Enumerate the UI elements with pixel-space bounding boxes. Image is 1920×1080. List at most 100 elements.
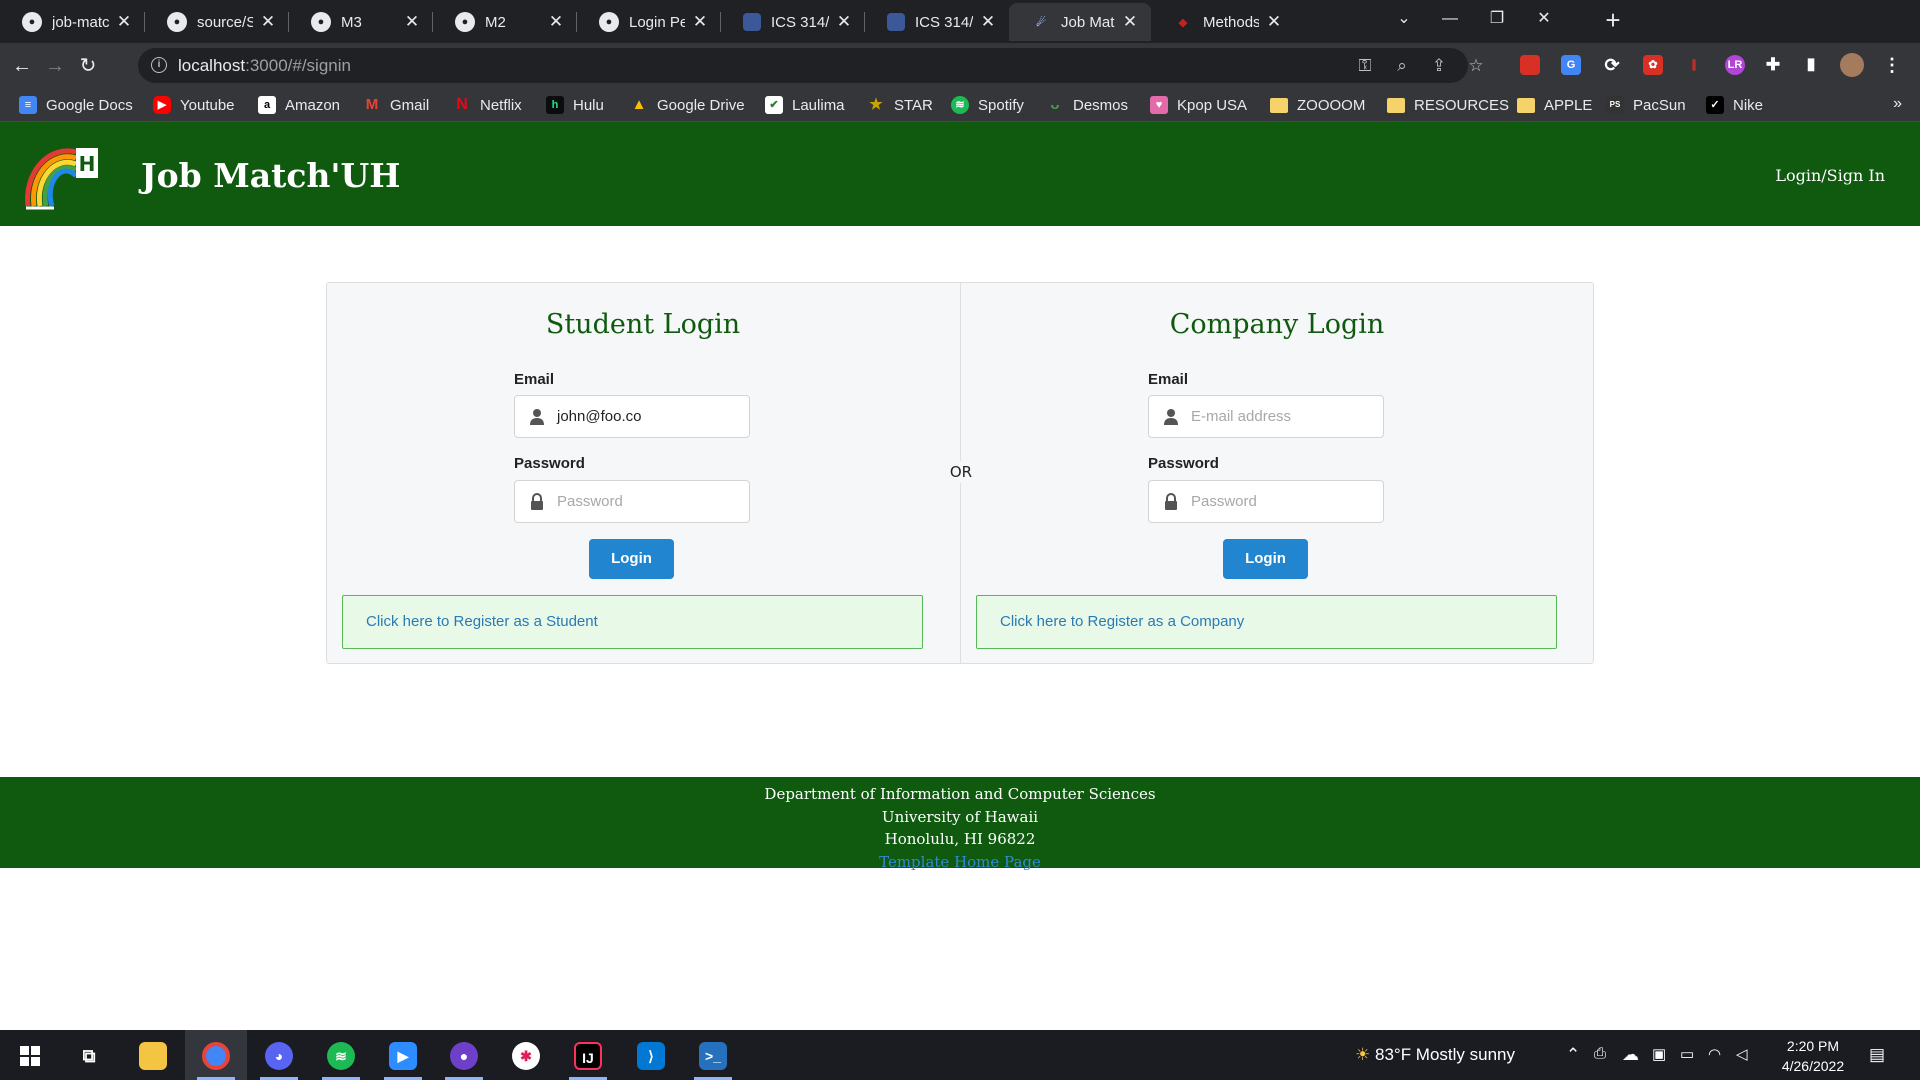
browser-tab[interactable]: ● M2 ✕ (433, 3, 577, 41)
extensions-puzzle-icon[interactable]: ✚ (1763, 55, 1783, 75)
extension-red-icon[interactable] (1520, 55, 1540, 75)
start-button[interactable] (0, 1030, 62, 1080)
discord-icon: ◕ (265, 1042, 293, 1070)
display-icon[interactable]: ▣ (1652, 1045, 1666, 1063)
task-view-button[interactable]: ⧉ (58, 1030, 120, 1080)
site-brand[interactable]: Job Match'UH (141, 156, 401, 195)
new-tab-button[interactable]: + (1598, 6, 1628, 36)
zoom-icon[interactable]: ⌕ (1390, 54, 1414, 78)
extension-purple-icon[interactable]: LR (1725, 55, 1745, 75)
extension-puzzle-red-icon[interactable]: ✿ (1643, 55, 1663, 75)
folder-icon (1270, 97, 1288, 113)
company-email-field[interactable]: E-mail address (1148, 395, 1384, 438)
bookmark-folder-zooom[interactable]: ZOOOOM (1270, 93, 1365, 117)
taskbar-powershell[interactable]: >_ (682, 1030, 744, 1080)
close-tab-icon[interactable]: ✕ (403, 12, 421, 32)
student-register-link[interactable]: Click here to Register as a Student (366, 613, 598, 630)
bookmark-google-docs[interactable]: ≡ Google Docs (19, 93, 133, 117)
bookmark-folder-apple[interactable]: APPLE (1517, 93, 1592, 117)
bookmark-kpop-usa[interactable]: ♥ Kpop USA (1150, 93, 1247, 117)
site-info-icon[interactable]: i (151, 57, 167, 73)
meet-now-icon[interactable]: ⎙ (1594, 1045, 1606, 1062)
browser-tab[interactable]: ◆ Methods | Me ✕ (1151, 3, 1295, 41)
close-tab-icon[interactable]: ✕ (1265, 12, 1283, 32)
browser-tab-active[interactable]: ☄ Job Match'UH ✕ (1009, 3, 1151, 41)
bookmark-folder-resources[interactable]: RESOURCES (1387, 93, 1509, 117)
url-text[interactable]: localhost:3000/#/signin (178, 56, 351, 76)
student-email-label: Email (514, 371, 555, 388)
forward-icon[interactable]: → (39, 50, 71, 82)
sync-icon[interactable]: ⟳ (1602, 55, 1622, 75)
onedrive-icon[interactable]: ☁ (1622, 1045, 1639, 1065)
bookmark-desmos[interactable]: ᴗ Desmos (1046, 93, 1128, 117)
close-tab-icon[interactable]: ✕ (1121, 12, 1139, 32)
taskbar-spotify[interactable]: ≋ (310, 1030, 372, 1080)
minimize-button[interactable]: — (1426, 0, 1474, 40)
taskbar-zoom[interactable]: ▶ (372, 1030, 434, 1080)
bookmark-laulima[interactable]: ✔ Laulima (765, 93, 845, 117)
bookmark-gmail[interactable]: M Gmail (363, 93, 429, 117)
taskbar-vscode[interactable]: ⟩ (620, 1030, 682, 1080)
browser-tab[interactable]: ICS 314/613, S ✕ (865, 3, 1009, 41)
close-tab-icon[interactable]: ✕ (691, 12, 709, 32)
extension-stripes-icon[interactable]: ∥ (1684, 55, 1704, 75)
company-login-button[interactable]: Login (1223, 539, 1308, 579)
taskbar-intellij[interactable]: IJ (557, 1030, 619, 1080)
tray-overflow-icon[interactable]: ⌃ (1566, 1045, 1580, 1065)
bookmark-hulu[interactable]: h Hulu (546, 93, 604, 117)
weather-widget[interactable]: ☀ 83°F Mostly sunny (1355, 1045, 1515, 1065)
back-icon[interactable]: ← (6, 50, 38, 82)
student-password-field[interactable]: Password (514, 480, 750, 523)
close-tab-icon[interactable]: ✕ (115, 12, 133, 32)
more-bookmarks-icon[interactable]: » (1893, 95, 1902, 113)
bookmark-star[interactable]: ★ STAR (867, 93, 933, 117)
wifi-icon[interactable]: ◠ (1708, 1045, 1721, 1063)
close-window-button[interactable]: ✕ (1520, 0, 1568, 40)
bookmark-amazon[interactable]: a Amazon (258, 93, 340, 117)
google-translate-icon[interactable]: G (1561, 55, 1581, 75)
browser-tab[interactable]: ● job-match-uh ✕ (0, 3, 145, 41)
taskbar-chrome[interactable] (185, 1030, 247, 1080)
browser-tab[interactable]: ICS 314/613, S ✕ (721, 3, 865, 41)
browser-tab[interactable]: ● M3 ✕ (289, 3, 433, 41)
notification-center-icon[interactable]: ▤ (1869, 1045, 1885, 1065)
browser-tab[interactable]: ● source/Signin ✕ (145, 3, 289, 41)
uh-rainbow-logo-icon[interactable]: H (24, 144, 100, 210)
browser-tab[interactable]: ● Login Permissi ✕ (577, 3, 721, 41)
close-tab-icon[interactable]: ✕ (259, 12, 277, 32)
taskbar-slack[interactable]: ✱ (495, 1030, 557, 1080)
bookmark-netflix[interactable]: N Netflix (453, 93, 521, 117)
chrome-menu-icon[interactable]: ⋮ (1882, 55, 1902, 75)
taskbar-clock[interactable]: 2:20 PM 4/26/2022 (1772, 1036, 1854, 1076)
site-footer: Department of Information and Computer S… (0, 777, 1920, 871)
profile-avatar[interactable] (1840, 53, 1864, 77)
share-icon[interactable]: ⇪ (1427, 54, 1451, 78)
nav-login-signin-link[interactable]: Login/Sign In (1775, 166, 1885, 185)
bookmark-google-drive[interactable]: ▲ Google Drive (630, 93, 745, 117)
close-tab-icon[interactable]: ✕ (547, 12, 565, 32)
student-login-button[interactable]: Login (589, 539, 674, 579)
taskbar-github-desktop[interactable]: ● (433, 1030, 495, 1080)
reload-icon[interactable]: ↻ (72, 50, 104, 82)
side-panel-icon[interactable]: ▮ (1801, 55, 1821, 75)
github-icon: ● (167, 12, 187, 32)
volume-icon[interactable]: ◁ (1736, 1045, 1748, 1063)
bookmark-star-icon[interactable]: ☆ (1464, 54, 1488, 78)
battery-icon[interactable]: ▭ (1680, 1045, 1694, 1063)
key-icon[interactable]: ⚿ (1353, 54, 1377, 78)
bookmark-youtube[interactable]: ▶ Youtube (153, 93, 235, 117)
company-register-link[interactable]: Click here to Register as a Company (1000, 613, 1244, 630)
close-tab-icon[interactable]: ✕ (835, 12, 853, 32)
tab-search-icon[interactable]: ⌄ (1380, 0, 1428, 40)
address-bar[interactable]: i localhost:3000/#/signin ⚿ ⌕ ⇪ ☆ (138, 48, 1484, 83)
bookmark-pacsun[interactable]: PS PacSun (1606, 93, 1686, 117)
bookmark-nike[interactable]: ✓ Nike (1706, 93, 1763, 117)
close-tab-icon[interactable]: ✕ (979, 12, 997, 32)
taskbar-file-explorer[interactable] (122, 1030, 184, 1080)
bookmark-spotify[interactable]: ≋ Spotify (951, 93, 1024, 117)
footer-template-home-link[interactable]: Template Home Page (0, 851, 1920, 874)
student-email-field[interactable]: john@foo.co (514, 395, 750, 438)
company-password-field[interactable]: Password (1148, 480, 1384, 523)
restore-button[interactable]: ❐ (1473, 0, 1521, 40)
taskbar-discord[interactable]: ◕ (248, 1030, 310, 1080)
